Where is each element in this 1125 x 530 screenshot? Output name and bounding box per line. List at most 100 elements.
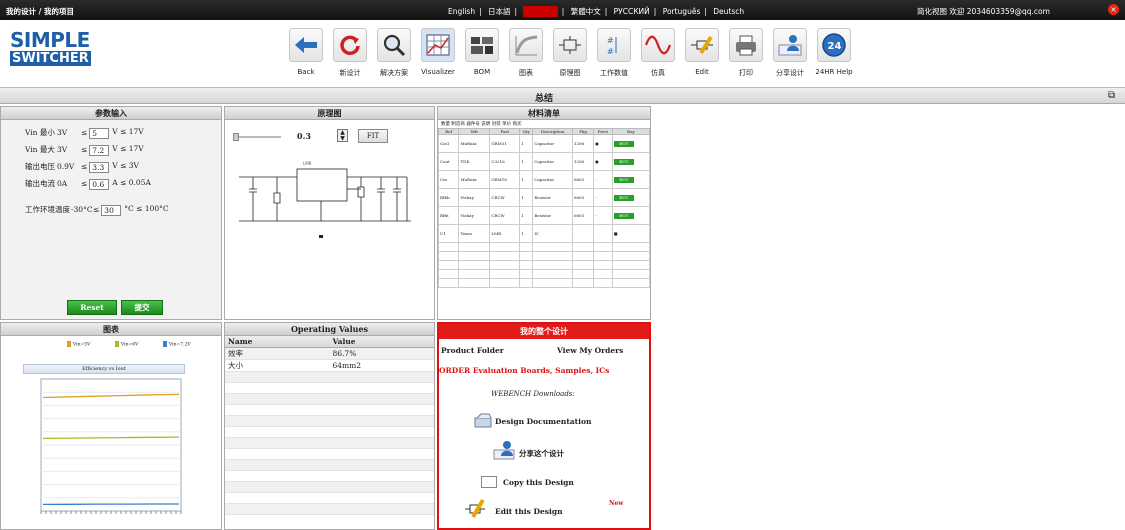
bom-cell: -	[593, 170, 613, 189]
new-design-button[interactable]: 新设计	[328, 28, 372, 78]
window-toggle-icon[interactable]: ⧉	[1108, 90, 1115, 101]
lang-japanese[interactable]: 日本語	[488, 7, 511, 16]
table-row	[225, 459, 434, 471]
share-design-icon	[493, 440, 517, 462]
print-button[interactable]: 打印	[724, 28, 768, 78]
buy-button[interactable]: BUY	[613, 158, 634, 165]
table-row	[438, 251, 650, 261]
bom-cell: 0603	[571, 206, 595, 225]
solutions-button[interactable]: 解决方案	[372, 28, 416, 78]
buy-button[interactable]: BUY	[613, 140, 634, 147]
toolbar-label: 原理图	[559, 69, 581, 77]
buy-button[interactable]: BUY	[613, 212, 634, 219]
bom-cell: -	[593, 188, 613, 207]
iout-input[interactable]: 0.6	[89, 178, 110, 190]
operating-values-panel: Operating Values Name Value 效率 86.7% 大小 …	[224, 322, 435, 530]
order-evaluation-link[interactable]: ORDER Evaluation Boards, Samples, ICs	[439, 366, 609, 375]
table-row	[225, 448, 434, 460]
buy-button[interactable]: BUY	[613, 176, 634, 183]
operating-values-button[interactable]: # # 工作数值	[592, 28, 636, 78]
lang-german[interactable]: Deutsch	[713, 7, 744, 16]
zoom-slider-track[interactable]	[233, 136, 281, 138]
toolbar-label: 解决方案	[380, 69, 408, 77]
zoom-value: 0.3	[297, 131, 311, 141]
breadcrumb[interactable]: 我的设计 / 我的项目	[6, 6, 74, 17]
zoom-spinner[interactable]: ▲ ▼	[337, 129, 348, 142]
chart-title: Efficiency vs Iout	[82, 366, 126, 372]
table-row: Cin1 MuRata GRM31 1 Capacitor 1206 ● BUY	[438, 134, 650, 153]
params-panel: 参数输入 Vin 最小 3V ≤5 V ≤ 17V Vin 最大 3V ≤7.2 V ≤ 1…	[0, 106, 222, 320]
visualizer-button[interactable]: Visualizer	[416, 28, 460, 76]
share-design-link[interactable]: 分享这个设计	[519, 448, 564, 459]
toolbar-label: 24HR Help	[815, 68, 853, 76]
edit-button[interactable]: Edit	[680, 28, 724, 76]
view-orders-link[interactable]: View My Orders	[557, 346, 623, 355]
close-icon[interactable]: ×	[1108, 4, 1119, 15]
vout-input[interactable]: 3.3	[89, 161, 110, 173]
bom-cell: TDK	[458, 152, 491, 171]
bom-cell: 1206	[571, 152, 595, 171]
param-row: Vin 最大 3V ≤7.2 V ≤ 17V	[25, 144, 146, 156]
reset-button[interactable]: Reset	[67, 300, 117, 315]
lang-russian[interactable]: РУССКИЙ	[614, 7, 650, 16]
lang-english[interactable]: English	[448, 7, 475, 16]
param-label: Vin 最大	[25, 145, 55, 154]
schematic-button[interactable]: 原理图	[548, 28, 592, 78]
param-range: 0A	[57, 179, 68, 188]
table-row: 效率 86.7%	[225, 347, 434, 360]
edit-design-link[interactable]: Edit this Design	[495, 507, 563, 516]
lang-portuguese[interactable]: Português	[663, 7, 701, 16]
help-24-icon: 24	[822, 33, 846, 57]
ambient-temp-input[interactable]: 30	[101, 204, 122, 216]
bom-cell: Cin1	[438, 134, 460, 153]
submit-button[interactable]: 提交	[121, 300, 163, 315]
grid-chart-icon	[426, 34, 450, 56]
section-title: 总结	[535, 94, 554, 104]
user-welcome[interactable]: 简化视图 欢迎 2034603359@qq.com	[917, 6, 1050, 17]
table-row: Css MuRata GRM18 1 Capacitor 0603- BUY	[438, 170, 650, 189]
vin-max-input[interactable]: 7.2	[89, 144, 110, 156]
param-unit: V ≤ 3V	[112, 161, 139, 170]
bom-cell: -	[593, 206, 613, 225]
logo-line1: SIMPLE	[10, 28, 90, 52]
charts-panel: 图表 Vin=5V Vin=6V Vin=7.2V Efficiency vs …	[0, 322, 222, 530]
share-design-button[interactable]: 分享设计	[768, 28, 812, 78]
section-bar: 总结 ⧉	[0, 87, 1125, 104]
schematic-drawing[interactable]: LMR	[231, 159, 427, 241]
bom-cell: CRCW	[489, 206, 521, 225]
param-range: -30°C	[71, 205, 93, 214]
lang-separator: |	[704, 7, 707, 16]
magnifier-icon	[383, 34, 406, 57]
buy-button[interactable]: BUY	[613, 194, 634, 201]
bom-cell: IC	[532, 224, 573, 243]
schematic-icon	[559, 36, 581, 54]
bom-button[interactable]: BOM	[460, 28, 504, 76]
lang-traditional-chinese[interactable]: 繁體中文	[571, 7, 601, 16]
help-24hr-button[interactable]: 24 24HR Help	[812, 28, 856, 76]
fit-button[interactable]: FIT	[358, 129, 388, 143]
refresh-icon	[340, 35, 360, 56]
legend-item[interactable]: Vin=7.2V	[163, 341, 191, 348]
simulation-button[interactable]: 仿真	[636, 28, 680, 78]
vin-min-input[interactable]: 5	[89, 127, 110, 139]
lang-highlighted[interactable]: ■■■■	[523, 6, 558, 17]
charts-button[interactable]: 图表	[504, 28, 548, 78]
legend-item[interactable]: Vin=5V	[67, 341, 90, 348]
bom-cell: Vishay	[458, 206, 491, 225]
bom-cell: Css	[438, 170, 460, 189]
design-documentation-link[interactable]: Design Documentation	[495, 417, 591, 426]
op-name: 大小	[225, 359, 330, 372]
col-value-header: Value	[329, 336, 434, 348]
legend-item[interactable]: Vin=6V	[115, 341, 138, 348]
bom-table: Ref Mfr Part Qty Description Pkg Price B…	[438, 128, 650, 288]
legend-swatch	[67, 341, 71, 347]
bom-cell: MuRata	[458, 170, 491, 189]
product-folder-link[interactable]: Product Folder	[441, 346, 504, 355]
table-row	[225, 404, 434, 416]
copy-design-link[interactable]: Copy this Design	[503, 478, 574, 487]
toolbar-label: 分享设计	[776, 69, 804, 77]
back-button[interactable]: Back	[284, 28, 328, 76]
downloads-label: WEBENCH Downloads:	[491, 390, 575, 398]
zoom-slider-handle[interactable]	[233, 133, 239, 141]
efficiency-chart[interactable]	[23, 375, 185, 525]
